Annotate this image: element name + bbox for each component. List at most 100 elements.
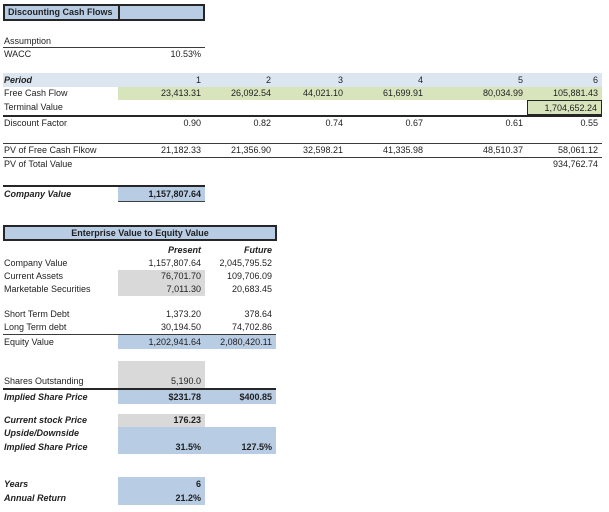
- discount-factor-cell[interactable]: 0.74: [275, 117, 347, 130]
- company-value-label: Company Value: [3, 187, 117, 202]
- bridge-company-value-future[interactable]: 2,045,795.52: [205, 257, 276, 270]
- marketable-securities-future[interactable]: 20,683.45: [205, 283, 276, 296]
- terminal-value-row: Terminal Value 1,704,652.24: [0, 100, 609, 115]
- pv-fcf-cell[interactable]: 32,598.21: [275, 144, 347, 157]
- fcf-label: Free Cash Flow: [3, 87, 117, 100]
- bridge-company-value-present[interactable]: 1,157,807.64: [118, 257, 205, 270]
- current-assets-row: Current Assets 76,701.70 109,706.09: [0, 270, 609, 283]
- short-term-debt-label: Short Term Debt: [3, 308, 117, 321]
- current-assets-future[interactable]: 109,706.09: [205, 270, 276, 283]
- equity-value-row: Equity Value 1,202,941.64 2,080,420.11: [0, 335, 609, 349]
- years-cell[interactable]: 6: [118, 477, 205, 491]
- pv-total-cell[interactable]: 934,762.74: [527, 158, 602, 171]
- marketable-securities-present[interactable]: 7,011.30: [118, 283, 205, 296]
- discount-factor-cell[interactable]: 0.67: [347, 117, 427, 130]
- title-box-divider: [118, 6, 120, 19]
- period-3-cell[interactable]: 3: [275, 73, 347, 87]
- current-assets-label: Current Assets: [3, 270, 117, 283]
- equity-value-future[interactable]: 2,080,420.11: [205, 335, 276, 349]
- short-term-debt-future[interactable]: 378.64: [205, 308, 276, 321]
- equity-value-present[interactable]: 1,202,941.64: [118, 335, 205, 349]
- upside-downside-label: Upside/Downside: [3, 427, 117, 440]
- empty-input-row: [0, 361, 609, 374]
- current-assets-present[interactable]: 76,701.70: [118, 270, 205, 283]
- discount-factor-cell[interactable]: 0.90: [118, 117, 205, 130]
- current-stock-price-cell[interactable]: 176.23: [118, 414, 205, 427]
- fcf-value-cell[interactable]: 105,881.43: [527, 87, 602, 100]
- implied-upside-future[interactable]: 127.5%: [205, 440, 276, 454]
- shares-outstanding-label: Shares Outstanding: [3, 374, 117, 388]
- period-row: Period 1 2 3 4 5 6: [0, 73, 609, 87]
- present-column-header: Present: [118, 244, 205, 257]
- shares-outstanding-row: Shares Outstanding 5,190.0: [0, 374, 609, 388]
- free-cash-flow-row: Free Cash Flow 23,413.31 26,092.54 44,02…: [0, 87, 609, 100]
- period-5-cell[interactable]: 5: [427, 73, 527, 87]
- bridge-company-value-label: Company Value: [3, 257, 117, 270]
- marketable-securities-label: Marketable Securities: [3, 283, 117, 296]
- discount-factor-row: Discount Factor 0.90 0.82 0.74 0.67 0.61…: [0, 117, 609, 130]
- implied-upside-present[interactable]: 31.5%: [118, 440, 205, 454]
- fcf-value-cell[interactable]: 80,034.99: [427, 87, 527, 100]
- discount-factor-cell[interactable]: 0.82: [205, 117, 275, 130]
- period-4-cell[interactable]: 4: [347, 73, 427, 87]
- period-6-cell[interactable]: 6: [527, 73, 602, 87]
- present-future-header-row: Present Future: [0, 244, 609, 257]
- upside-downside-row: Upside/Downside: [0, 427, 609, 440]
- implied-share-price-label: Implied Share Price: [3, 390, 117, 404]
- company-value-cell[interactable]: 1,157,807.64: [118, 187, 205, 202]
- pv-fcf-row: PV of Free Cash Flkow 21,182.33 21,356.9…: [0, 144, 609, 157]
- implied-share-price-present[interactable]: $231.78: [118, 390, 205, 404]
- sheet-title-box: Discounting Cash Flows: [3, 4, 205, 21]
- pv-fcf-cell[interactable]: 21,356.90: [205, 144, 275, 157]
- pv-fcf-cell[interactable]: 41,335.98: [347, 144, 427, 157]
- long-term-debt-future[interactable]: 74,702.86: [205, 321, 276, 334]
- years-label: Years: [3, 477, 117, 491]
- implied-upside-label: Implied Share Price: [3, 440, 117, 454]
- annual-return-cell[interactable]: 21.2%: [118, 491, 205, 505]
- shares-outstanding-cell[interactable]: 5,190.0: [118, 374, 205, 388]
- equity-bridge-title: Enterprise Value to Equity Value: [71, 228, 209, 238]
- terminal-value-cell[interactable]: 1,704,652.24: [527, 100, 602, 115]
- equity-value-label: Equity Value: [3, 335, 117, 349]
- future-column-header: Future: [205, 244, 276, 257]
- wacc-value-cell[interactable]: 10.53%: [118, 48, 205, 61]
- annual-return-label: Annual Return: [3, 491, 117, 505]
- period-label: Period: [3, 73, 117, 87]
- years-row: Years 6: [0, 477, 609, 491]
- empty-input-cell[interactable]: [118, 361, 205, 374]
- long-term-debt-label: Long Term debt: [3, 321, 117, 334]
- fcf-value-cell[interactable]: 44,021.10: [275, 87, 347, 100]
- pv-fcf-cell[interactable]: 48,510.37: [427, 144, 527, 157]
- pv-fcf-cell[interactable]: 58,061.12: [527, 144, 602, 157]
- marketable-securities-row: Marketable Securities 7,011.30 20,683.45: [0, 283, 609, 296]
- pv-total-label: PV of Total Value: [3, 158, 117, 171]
- equity-bridge-title-box: Enterprise Value to Equity Value: [3, 225, 277, 241]
- discount-factor-label: Discount Factor: [3, 117, 117, 130]
- period-1-cell[interactable]: 1: [118, 73, 205, 87]
- pv-fcf-label: PV of Free Cash Flkow: [3, 144, 117, 157]
- annual-return-row: Annual Return 21.2%: [0, 491, 609, 505]
- discount-factor-cell[interactable]: 0.55: [527, 117, 602, 130]
- fcf-value-cell[interactable]: 61,699.91: [347, 87, 427, 100]
- short-term-debt-present[interactable]: 1,373.20: [118, 308, 205, 321]
- company-value-row: Company Value 1,157,807.64: [0, 187, 609, 202]
- dcf-spreadsheet: Discounting Cash Flows Assumption WACC 1…: [0, 0, 609, 512]
- sheet-title: Discounting Cash Flows: [8, 6, 113, 19]
- long-term-debt-row: Long Term debt 30,194.50 74,702.86: [0, 321, 609, 334]
- terminal-value-label: Terminal Value: [3, 100, 117, 115]
- discount-factor-cell[interactable]: 0.61: [427, 117, 527, 130]
- implied-share-price-row: Implied Share Price $231.78 $400.85: [0, 390, 609, 404]
- short-term-debt-row: Short Term Debt 1,373.20 378.64: [0, 308, 609, 321]
- period-2-cell[interactable]: 2: [205, 73, 275, 87]
- current-stock-price-row: Current stock Price 176.23: [0, 414, 609, 427]
- implied-upside-row: Implied Share Price 31.5% 127.5%: [0, 440, 609, 454]
- wacc-label: WACC: [3, 48, 117, 61]
- upside-downside-fill: [118, 427, 276, 440]
- fcf-value-cell[interactable]: 23,413.31: [118, 87, 205, 100]
- current-stock-price-label: Current stock Price: [3, 414, 117, 427]
- bridge-company-value-row: Company Value 1,157,807.64 2,045,795.52: [0, 257, 609, 270]
- long-term-debt-present[interactable]: 30,194.50: [118, 321, 205, 334]
- implied-share-price-future[interactable]: $400.85: [205, 390, 276, 404]
- fcf-value-cell[interactable]: 26,092.54: [205, 87, 275, 100]
- pv-fcf-cell[interactable]: 21,182.33: [118, 144, 205, 157]
